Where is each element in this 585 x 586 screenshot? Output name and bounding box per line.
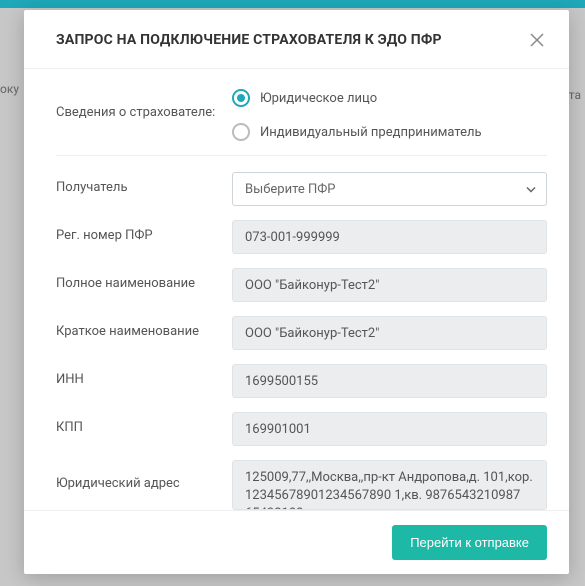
chevron-down-icon <box>526 182 536 197</box>
modal-body: Сведения о страхователе: Юридическое лиц… <box>24 69 569 510</box>
short-name-input[interactable] <box>232 316 547 350</box>
submit-button[interactable]: Перейти к отправке <box>392 525 547 560</box>
legal-address-input[interactable] <box>232 460 547 510</box>
radio-icon <box>232 123 250 141</box>
modal-dialog: ЗАПРОС НА ПОДКЛЮЧЕНИЕ СТРАХОВАТЕЛЯ К ЭДО… <box>24 10 569 574</box>
reg-number-row: Рег. номер ПФР <box>56 220 547 254</box>
kpp-input[interactable] <box>232 412 547 446</box>
backdrop: оку рта ЗАПРОС НА ПОДКЛЮЧЕНИЕ СТРАХОВАТЕ… <box>0 0 585 586</box>
short-name-label: Краткое наименование <box>56 316 232 339</box>
insurer-section-label: Сведения о страхователе: <box>56 87 232 120</box>
kpp-row: КПП <box>56 412 547 446</box>
inn-label: ИНН <box>56 364 232 387</box>
legal-address-row: Юридический адрес <box>56 460 547 510</box>
app-topbar <box>0 0 585 8</box>
reg-number-input[interactable] <box>232 220 547 254</box>
radio-legal-entity[interactable]: Юридическое лицо <box>232 89 547 107</box>
legal-address-label: Юридический адрес <box>56 460 232 491</box>
select-placeholder: Выберите ПФР <box>245 182 335 197</box>
modal-header: ЗАПРОС НА ПОДКЛЮЧЕНИЕ СТРАХОВАТЕЛЯ К ЭДО… <box>24 10 569 69</box>
reg-number-label: Рег. номер ПФР <box>56 220 232 243</box>
bg-text: оку <box>0 82 19 96</box>
close-button[interactable] <box>527 30 547 50</box>
inn-input[interactable] <box>232 364 547 398</box>
inn-row: ИНН <box>56 364 547 398</box>
insurer-type-row: Сведения о страхователе: Юридическое лиц… <box>56 87 547 141</box>
full-name-row: Полное наименование <box>56 268 547 302</box>
close-icon <box>530 33 544 47</box>
kpp-label: КПП <box>56 412 232 435</box>
insurer-type-group: Юридическое лицо Индивидуальный предприн… <box>232 87 547 141</box>
recipient-label: Получатель <box>56 172 232 195</box>
radio-icon <box>232 89 250 107</box>
radio-label: Юридическое лицо <box>260 91 377 106</box>
short-name-row: Краткое наименование <box>56 316 547 350</box>
recipient-select[interactable]: Выберите ПФР <box>232 172 547 206</box>
modal-footer: Перейти к отправке <box>24 510 569 574</box>
full-name-label: Полное наименование <box>56 268 232 291</box>
recipient-row: Получатель Выберите ПФР <box>56 155 547 206</box>
radio-individual-entrepreneur[interactable]: Индивидуальный предприниматель <box>232 123 547 141</box>
modal-title: ЗАПРОС НА ПОДКЛЮЧЕНИЕ СТРАХОВАТЕЛЯ К ЭДО… <box>56 32 442 48</box>
full-name-input[interactable] <box>232 268 547 302</box>
radio-label: Индивидуальный предприниматель <box>260 125 482 140</box>
